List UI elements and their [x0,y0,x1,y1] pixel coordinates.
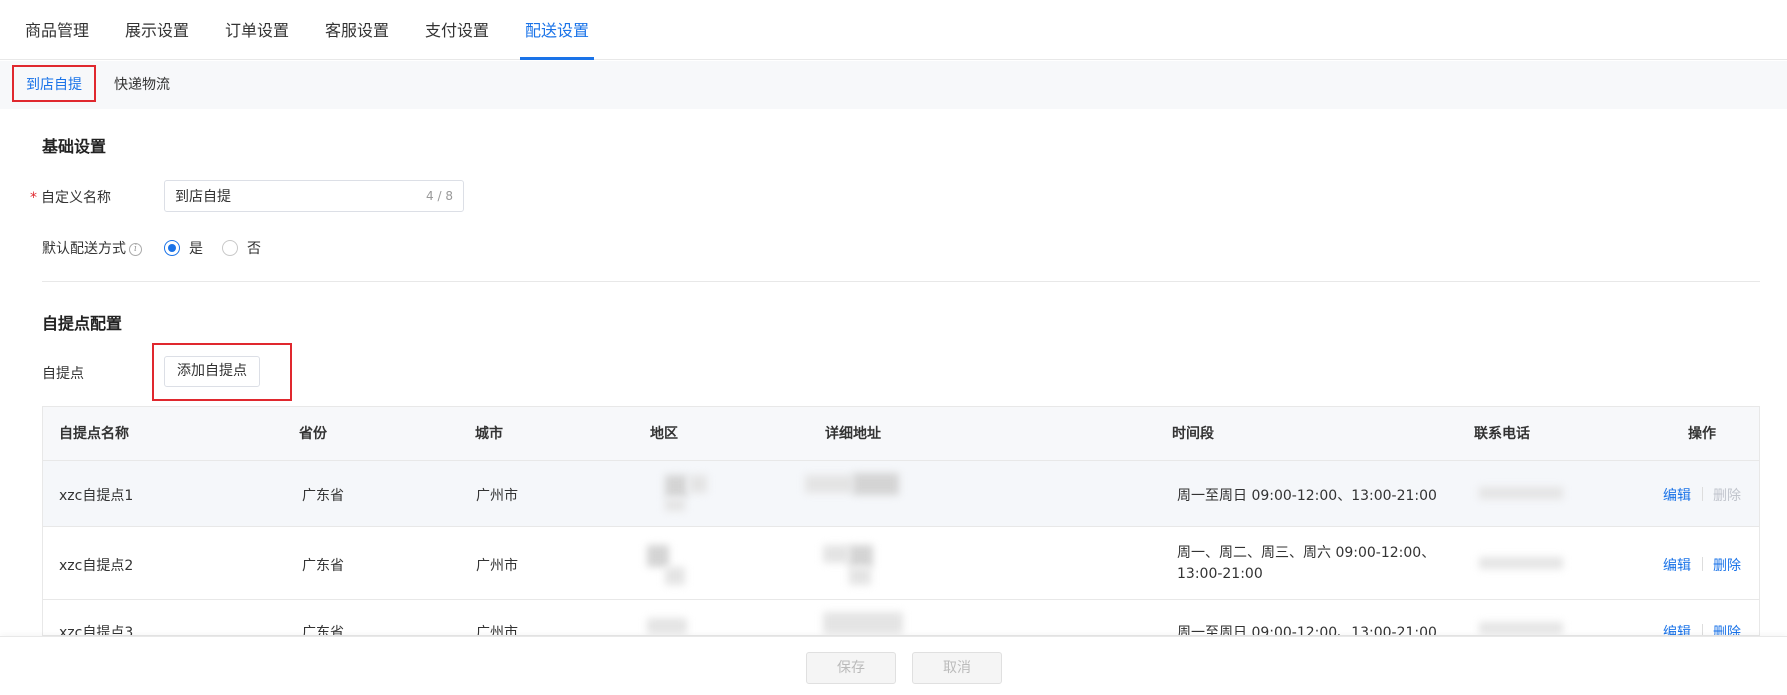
redacted-district [665,475,687,497]
cell-name: xzc自提点3 [59,625,134,636]
cell-city: 广州市 [476,488,518,504]
subtab-express-logistics[interactable]: 快递物流 [114,61,170,109]
tab-delivery-settings[interactable]: 配送设置 [520,0,595,60]
custom-name-label: * 自定义名称 [30,187,111,207]
cell-hours: 周一至周日 09:00-12:00、13:00-21:00 [1177,488,1437,504]
custom-name-input[interactable] [175,181,395,211]
table-row: xzc自提点2 广东省 广州市 周一、周二、周三、周六 09:00-12:00、… [43,527,1759,600]
highlight-box-store-pickup [12,65,96,102]
radio-no-label: 否 [247,241,261,257]
default-delivery-label: 默认配送方式 i [42,238,142,258]
cell-name: xzc自提点2 [59,558,134,574]
cell-province: 广东省 [302,488,344,504]
info-icon: i [129,242,142,256]
cell-name: xzc自提点1 [59,488,134,504]
tab-product-management[interactable]: 商品管理 [25,0,89,60]
redacted-district [647,618,687,634]
cell-hours: 周一、周二、周三、周六 09:00-12:00、13:00-21:00 [1177,545,1436,582]
save-button[interactable]: 保存 [806,652,896,684]
required-mark: * [30,190,37,206]
cell-province: 广东省 [302,558,344,574]
redacted-address [823,545,849,563]
redacted-district [689,475,707,493]
radio-unchecked-icon [222,240,238,256]
footer-bar: 保存 取消 [0,636,1787,695]
header-actions: 操作 [1688,426,1716,442]
header-hours: 时间段 [1172,426,1214,442]
pickup-config-title: 自提点配置 [42,314,123,333]
custom-name-input-wrapper: 4 / 8 [164,180,464,212]
basic-settings-title: 基础设置 [42,137,107,156]
redacted-address [823,612,903,634]
header-city: 城市 [475,426,503,442]
delete-link[interactable]: 删除 [1713,555,1741,575]
sub-tab-bar: 到店自提 快递物流 [0,61,1787,109]
tab-delivery-settings-label: 配送设置 [525,21,590,40]
redacted-district [665,567,685,585]
tab-display-settings[interactable]: 展示设置 [125,0,189,60]
redacted-address [853,473,899,495]
action-separator [1702,557,1703,571]
cell-hours: 周一至周日 09:00-12:00、13:00-21:00 [1177,625,1437,636]
action-separator [1702,487,1703,501]
tab-customer-service-settings[interactable]: 客服设置 [325,0,389,60]
top-tab-bar: 商品管理 展示设置 订单设置 客服设置 支付设置 配送设置 [0,0,1787,60]
pickup-points-label: 自提点 [42,366,84,382]
header-address: 详细地址 [825,426,881,442]
table-header: 自提点名称 省份 城市 地区 详细地址 时间段 联系电话 操作 [43,407,1759,461]
redacted-phone [1479,557,1563,569]
radio-default-no[interactable]: 否 [222,238,261,258]
redacted-phone [1479,487,1563,499]
highlight-box-add-button [152,343,292,401]
action-separator [1702,624,1703,635]
edit-link[interactable]: 编辑 [1663,622,1691,635]
radio-default-yes[interactable]: 是 [164,238,203,258]
custom-name-label-text: 自定义名称 [41,190,111,206]
tab-payment-settings[interactable]: 支付设置 [425,0,489,60]
radio-checked-icon [164,240,180,256]
delete-link-disabled[interactable]: 删除 [1713,485,1741,505]
redacted-address [805,475,853,493]
table-row: xzc自提点3 广东省 广州市 周一至周日 09:00-12:00、13:00-… [43,600,1759,636]
pickup-points-table: 自提点名称 省份 城市 地区 详细地址 时间段 联系电话 操作 xzc自提点1 … [42,406,1760,636]
header-district: 地区 [650,426,678,442]
tab-order-settings[interactable]: 订单设置 [225,0,289,60]
edit-link[interactable]: 编辑 [1663,555,1691,575]
default-delivery-label-text: 默认配送方式 [42,241,126,257]
cell-city: 广州市 [476,558,518,574]
cancel-button[interactable]: 取消 [912,652,1002,684]
section-divider [42,281,1760,282]
edit-link[interactable]: 编辑 [1663,485,1691,505]
header-name: 自提点名称 [59,426,129,442]
char-counter: 4 / 8 [426,189,453,203]
delete-link[interactable]: 删除 [1713,622,1741,635]
active-tab-underline [520,57,595,60]
radio-yes-label: 是 [189,241,203,257]
redacted-phone [1479,622,1563,634]
header-province: 省份 [299,426,327,442]
redacted-district [647,545,669,567]
cell-province: 广东省 [302,625,344,636]
header-phone: 联系电话 [1474,426,1530,442]
redacted-district [665,499,685,511]
redacted-address [849,545,873,567]
table-row: xzc自提点1 广东省 广州市 周一至周日 09:00-12:00、13:00-… [43,461,1759,527]
redacted-address [849,567,871,585]
cell-city: 广州市 [476,625,518,636]
